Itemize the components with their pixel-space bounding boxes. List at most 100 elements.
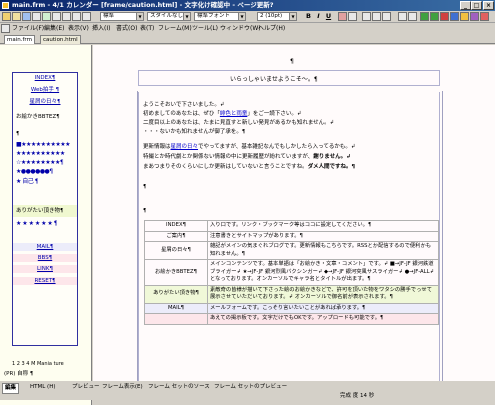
font-size-select[interactable]: 2 (10pt) ▼: [257, 12, 297, 21]
welcome-text: いらっしゃいませようこそ～。¶: [230, 76, 318, 83]
text-color-icon[interactable]: [338, 12, 347, 21]
nav-mail[interactable]: MAIL¶: [16, 243, 74, 252]
nav-link[interactable]: LINK¶: [16, 265, 74, 274]
update-line-2-text: 特撮とか時代劇とか関係ない情報の中に更新履歴が紛れていますが、: [143, 154, 314, 160]
nav-bbs[interactable]: BBS¶: [16, 254, 74, 263]
paragraph-style-select[interactable]: 標準 ▼: [100, 12, 144, 21]
print-icon[interactable]: [32, 12, 41, 21]
table-value: メインコンテンツです。基本単語は「お絵かき・文章・コメント」です。↲ ■→JF-…: [207, 259, 439, 286]
bold-button[interactable]: B: [304, 12, 313, 21]
nav-reset[interactable]: RESET¶: [16, 277, 74, 286]
class-value: スタイルなし: [150, 13, 184, 19]
update-line-3: まあつまりそのくらいにしか更新はしていないと言うことですね。ダメ人間ですね。¶: [143, 163, 355, 171]
view-tab-bar: 編集 HTML (H) プレビュー フレーム表示(E) フレーム セットのソース…: [0, 381, 495, 400]
table-key: ありがたい頂き物¶: [144, 284, 208, 304]
refresh-icon[interactable]: [450, 12, 459, 21]
update-link[interactable]: 星屑の日々: [171, 144, 199, 150]
back-icon[interactable]: [420, 12, 429, 21]
cut-icon[interactable]: [52, 12, 61, 21]
table-value: 入り口です。リンク・ブックマーク等はココに設定してください。¶: [207, 220, 439, 232]
maximize-button[interactable]: □: [471, 1, 482, 10]
star-row-5[interactable]: ★ 自己 ¶: [16, 178, 39, 185]
undo-icon[interactable]: [82, 12, 91, 21]
pilcrow-1: ¶: [143, 184, 147, 190]
open-icon[interactable]: [12, 12, 21, 21]
update-line-1: 更新情報は星屑の日々でやってますが、基本雑記なんでもしかしたら入ってるかも。↲: [143, 143, 355, 151]
star-row-3[interactable]: ☆★★★★★★★★¶: [16, 159, 64, 166]
align-center-icon[interactable]: [372, 12, 381, 21]
highlight-icon[interactable]: [348, 12, 357, 21]
align-left-icon[interactable]: [362, 12, 371, 21]
table-value: 雑記がメインの気まぐれブログです。更新情報もこちらです。RSSとか配信するので便…: [207, 241, 439, 260]
menu-window[interactable]: ウィンドウ(W): [220, 23, 261, 34]
preview-icon[interactable]: [42, 12, 51, 21]
site-guide-table: INDEX¶ 入り口です。リンク・ブックマーク等はココに設定してください。¶ ご…: [144, 220, 439, 325]
paragraph-style-value: 標準: [103, 13, 115, 19]
table-key: お絵かきBBTEZ¶: [144, 259, 208, 286]
tab-caution-html[interactable]: caution.html: [40, 35, 81, 44]
menu-help[interactable]: ヘルプ(H): [258, 23, 285, 34]
tab-frameset-preview[interactable]: フレーム セットのプレビュー: [214, 383, 287, 392]
intro-link[interactable]: 緋色と雨童: [220, 111, 248, 117]
update-bold-2: ダメ人間ですね。¶: [307, 164, 356, 170]
save-icon[interactable]: [22, 12, 31, 21]
bullet-list-icon[interactable]: [398, 12, 407, 21]
menu-file[interactable]: ファイル(F): [12, 23, 44, 34]
align-right-icon[interactable]: [382, 12, 391, 21]
title-bar: main.frm - 4/1 カレンダー [frame/caution.html…: [0, 0, 495, 11]
top-pilcrow: ¶: [290, 58, 294, 65]
class-select[interactable]: スタイルなし ▼: [147, 12, 191, 21]
paste-icon[interactable]: [72, 12, 81, 21]
menu-frame[interactable]: フレーム(M): [158, 23, 192, 34]
tab-preview[interactable]: プレビュー: [72, 383, 100, 392]
new-icon[interactable]: [2, 12, 11, 21]
menu-table[interactable]: 表(T): [140, 23, 154, 34]
menu-insert[interactable]: 挿入(I): [92, 23, 110, 34]
tab-html[interactable]: HTML (H): [30, 383, 55, 392]
nav-blog[interactable]: 星屑の日々¶: [16, 98, 74, 107]
forward-icon[interactable]: [430, 12, 439, 21]
star-row-4[interactable]: ★●●●●●●¶: [16, 168, 53, 175]
menu-edit[interactable]: 編集(E): [44, 23, 64, 34]
tab-frameset-source[interactable]: フレーム セットのソース: [148, 383, 210, 392]
close-button[interactable]: ×: [483, 1, 494, 10]
menu-view[interactable]: 表示(V): [68, 23, 89, 34]
update-line-2: 特撮とか時代劇とか関係ない情報の中に更新履歴が紛れていますが、謝りません。↲: [143, 153, 351, 161]
tab-frame-view[interactable]: フレーム表示(E): [102, 383, 143, 392]
link-icon[interactable]: [470, 12, 479, 21]
underline-button[interactable]: U: [324, 12, 333, 21]
chevron-down-icon: ▼: [289, 13, 296, 20]
gifts-stars[interactable]: ★ ★ ★ ★ ★ ★ ¶: [16, 220, 58, 227]
pilcrow: ¶: [16, 131, 20, 137]
menu-bar: ファイル(F) 編集(E) 表示(V) 挿入(I) 書式(O) 表(T) フレー…: [0, 23, 495, 34]
font-value: 標準フォント: [197, 13, 231, 19]
stop-icon[interactable]: [440, 12, 449, 21]
menu-format[interactable]: 書式(O): [116, 23, 137, 34]
intro-line-1: ようこそおいで下さいました。↲: [143, 102, 225, 108]
pilcrow-2: ¶: [143, 208, 147, 214]
counter-badges[interactable]: 1 2 3 4 M Mania ture: [12, 360, 87, 368]
tab-main-frm[interactable]: main.frm: [4, 35, 35, 44]
table-row: 星屑の日々¶ 雑記がメインの気まぐれブログです。更新情報もこちらです。RSSとか…: [144, 241, 439, 260]
copy-icon[interactable]: [62, 12, 71, 21]
star-row-1[interactable]: ■★★★★★★★★★★: [16, 141, 70, 148]
number-list-icon[interactable]: [408, 12, 417, 21]
update-line-1-text: 更新情報は: [143, 144, 171, 150]
star-row-2[interactable]: ★★★★★★★★★★: [16, 150, 65, 157]
bookmark-icon[interactable]: [460, 12, 469, 21]
nav-web-clap[interactable]: Web拍手 ¶: [16, 86, 74, 95]
app-icon: [2, 2, 9, 9]
status-text: 完成 度 14 秒: [340, 393, 375, 399]
minimize-button[interactable]: _: [460, 1, 471, 10]
table-row: あえての掲示板です。文字だけでもOKです。アップロードも可能です。¶: [144, 313, 439, 325]
italic-button[interactable]: I: [314, 12, 323, 21]
nav-index[interactable]: INDEX¶: [16, 74, 74, 83]
menu-tools[interactable]: ツール(L): [192, 23, 218, 34]
table-key: INDEX¶: [144, 220, 208, 232]
font-select[interactable]: 標準フォント ▼: [194, 12, 246, 21]
intro-line-4: ・・・ないかも知れませんが御了承を。¶: [143, 129, 246, 135]
chevron-down-icon: ▼: [136, 13, 143, 20]
status-bar: 完成 度 14 秒: [0, 392, 495, 400]
update-bold-1: 謝りません。↲: [313, 154, 351, 160]
image-icon[interactable]: [480, 12, 489, 21]
